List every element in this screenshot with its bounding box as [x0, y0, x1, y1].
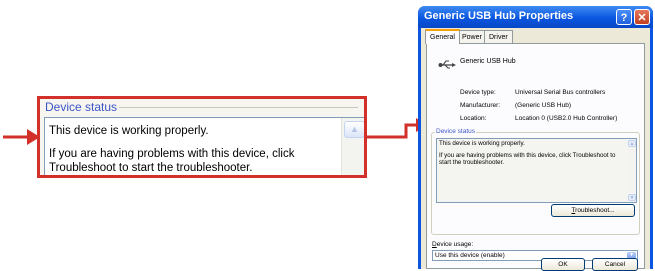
- title-bar[interactable]: Generic USB Hub Properties ? ✕: [418, 6, 653, 28]
- zoom-scrollbar: ▲: [341, 118, 364, 175]
- zoom-scroll-up-icon: ▲: [344, 121, 364, 138]
- zoom-status-box: This device is working properly. If you …: [44, 117, 364, 175]
- location-value: Location 0 (USB2.0 Hub Controller): [515, 115, 618, 122]
- ok-button[interactable]: OK: [541, 258, 585, 271]
- device-status-zoom-callout: Device status This device is working pro…: [37, 96, 367, 178]
- device-status-text: This device is working properly. If you …: [439, 140, 622, 171]
- general-tab-panel: Generic USB Hub Device type: Universal S…: [426, 43, 645, 269]
- tab-power[interactable]: Power: [457, 30, 487, 44]
- device-type-label: Device type:: [460, 89, 496, 96]
- device-type-value: Universal Serial Bus controllers: [515, 89, 606, 96]
- device-usage-label-text: evice usage:: [436, 241, 474, 248]
- troubleshoot-label: roubleshoot...: [575, 207, 615, 214]
- scroll-down-icon[interactable]: ▼: [628, 194, 636, 201]
- location-label: Location:: [460, 115, 487, 122]
- device-usage-value: Use this device (enable): [435, 252, 505, 259]
- incoming-arrow: [3, 129, 40, 145]
- device-status-group: Device status This device is working pro…: [431, 128, 640, 235]
- dialog-client-area: General Power Driver Generic USB Hub Dev…: [421, 28, 650, 271]
- tab-driver[interactable]: Driver: [484, 30, 513, 44]
- zoom-legend: Device status: [43, 100, 120, 114]
- manufacturer-label: Manufacturer:: [460, 102, 501, 109]
- troubleshoot-button[interactable]: Troubleshoot...: [551, 204, 635, 217]
- device-name: Generic USB Hub: [460, 58, 516, 65]
- device-usage-label: Device usage:: [432, 241, 473, 248]
- cancel-button[interactable]: Cancel: [592, 258, 638, 271]
- zoom-status-text: This device is working properly. If you …: [49, 124, 335, 175]
- help-button[interactable]: ?: [616, 9, 632, 25]
- dialog-title: Generic USB Hub Properties: [424, 10, 574, 22]
- zoom-legend-rule: [106, 107, 358, 108]
- device-status-legend: Device status: [435, 128, 477, 135]
- scroll-up-icon[interactable]: ▲: [628, 140, 636, 147]
- close-button[interactable]: ✕: [634, 9, 650, 25]
- tab-general[interactable]: General: [425, 29, 460, 44]
- properties-dialog: Generic USB Hub Properties ? ✕ General P…: [418, 6, 653, 271]
- device-status-line-1: This device is working properly.: [439, 140, 525, 147]
- device-status-box: This device is working properly. If you …: [436, 138, 637, 203]
- status-scrollbar[interactable]: ▲ ▼: [627, 139, 636, 202]
- zoom-status-line-1: This device is working properly.: [49, 125, 209, 137]
- zoom-status-line-2: If you are having problems with this dev…: [49, 148, 295, 174]
- manufacturer-value: (Generic USB Hub): [515, 102, 571, 109]
- device-status-line-2: If you are having problems with this dev…: [439, 152, 616, 166]
- usb-icon: [438, 60, 456, 69]
